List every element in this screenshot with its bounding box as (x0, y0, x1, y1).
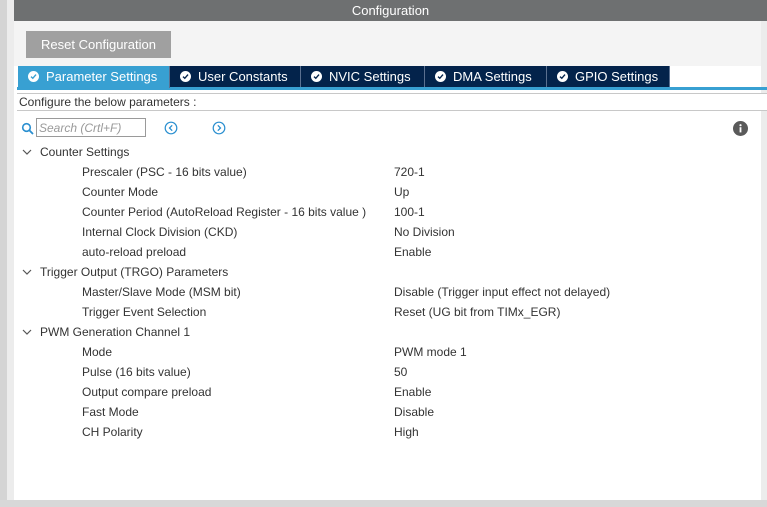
tab-parameter-settings[interactable]: Parameter Settings (18, 66, 170, 88)
group-label: Counter Settings (40, 145, 130, 159)
param-row[interactable]: auto-reload preload Enable (0, 242, 760, 262)
param-label: auto-reload preload (82, 245, 187, 259)
info-icon[interactable] (733, 121, 748, 136)
check-circle-icon (180, 71, 191, 82)
param-label: Master/Slave Mode (MSM bit) (82, 285, 241, 299)
param-label: Output compare preload (82, 385, 212, 399)
check-circle-icon (435, 71, 446, 82)
param-value[interactable]: Disable (394, 402, 434, 422)
param-value[interactable]: High (394, 422, 419, 442)
window-frame-bottom (0, 500, 767, 507)
tab-label: GPIO Settings (575, 69, 659, 84)
group-row-counter-settings[interactable]: Counter Settings (0, 142, 760, 162)
param-row[interactable]: Prescaler (PSC - 16 bits value) 720-1 (0, 162, 760, 182)
tab-label: NVIC Settings (329, 69, 411, 84)
tab-nvic-settings[interactable]: NVIC Settings (301, 66, 425, 87)
param-value[interactable]: Disable (Trigger input effect not delaye… (394, 282, 610, 302)
group-row-trigger-output[interactable]: Trigger Output (TRGO) Parameters (0, 262, 760, 282)
tab-user-constants[interactable]: User Constants (170, 66, 301, 87)
param-row[interactable]: Internal Clock Division (CKD) No Divisio… (0, 222, 760, 242)
group-label: Trigger Output (TRGO) Parameters (40, 265, 229, 279)
param-row[interactable]: Master/Slave Mode (MSM bit) Disable (Tri… (0, 282, 760, 302)
param-value[interactable]: PWM mode 1 (394, 342, 467, 362)
chevron-left-circle-icon[interactable] (164, 121, 178, 135)
tab-dma-settings[interactable]: DMA Settings (425, 66, 547, 87)
param-label: Mode (82, 345, 113, 359)
param-value[interactable]: 100-1 (394, 202, 425, 222)
param-value[interactable]: 720-1 (394, 162, 425, 182)
search-icon (21, 122, 34, 135)
tab-label: DMA Settings (453, 69, 532, 84)
chevron-down-icon[interactable] (22, 148, 32, 156)
tab-label: Parameter Settings (46, 69, 158, 84)
window-title: Configuration (14, 0, 767, 21)
param-value[interactable]: Up (394, 182, 409, 202)
tab-label: User Constants (198, 69, 288, 84)
reset-configuration-button[interactable]: Reset Configuration (26, 31, 171, 58)
tab-gpio-settings[interactable]: GPIO Settings (547, 66, 670, 87)
chevron-down-icon[interactable] (22, 268, 32, 276)
param-label: Trigger Event Selection (82, 305, 207, 319)
param-row[interactable]: CH Polarity High (0, 422, 760, 442)
param-label: CH Polarity (82, 425, 143, 439)
check-circle-icon (28, 71, 39, 82)
param-value[interactable]: No Division (394, 222, 455, 242)
param-row[interactable]: Pulse (16 bits value) 50 (0, 362, 760, 382)
param-row[interactable]: Fast Mode Disable (0, 402, 760, 422)
param-row[interactable]: Output compare preload Enable (0, 382, 760, 402)
param-value[interactable]: Enable (394, 382, 431, 402)
param-label: Counter Period (AutoReload Register - 16… (82, 205, 367, 219)
param-row[interactable]: Mode PWM mode 1 (0, 342, 760, 362)
param-row[interactable]: Trigger Event Selection Reset (UG bit fr… (0, 302, 760, 322)
param-label: Pulse (16 bits value) (82, 365, 191, 379)
param-row[interactable]: Counter Mode Up (0, 182, 760, 202)
check-circle-icon (557, 71, 568, 82)
check-circle-icon (311, 71, 322, 82)
chevron-down-icon[interactable] (22, 328, 32, 336)
param-value[interactable]: 50 (394, 362, 407, 382)
description-text: Configure the below parameters : (17, 93, 767, 111)
param-row[interactable]: Counter Period (AutoReload Register - 16… (0, 202, 760, 222)
param-label: Fast Mode (82, 405, 139, 419)
chevron-right-circle-icon[interactable] (212, 121, 226, 135)
group-label: PWM Generation Channel 1 (40, 325, 191, 339)
param-label: Internal Clock Division (CKD) (82, 225, 238, 239)
param-value[interactable]: Reset (UG bit from TIMx_EGR) (394, 302, 560, 322)
param-value[interactable]: Enable (394, 242, 431, 262)
search-input[interactable] (36, 118, 146, 137)
param-label: Counter Mode (82, 185, 159, 199)
group-row-pwm-channel-1[interactable]: PWM Generation Channel 1 (0, 322, 760, 342)
param-label: Prescaler (PSC - 16 bits value) (82, 165, 247, 179)
